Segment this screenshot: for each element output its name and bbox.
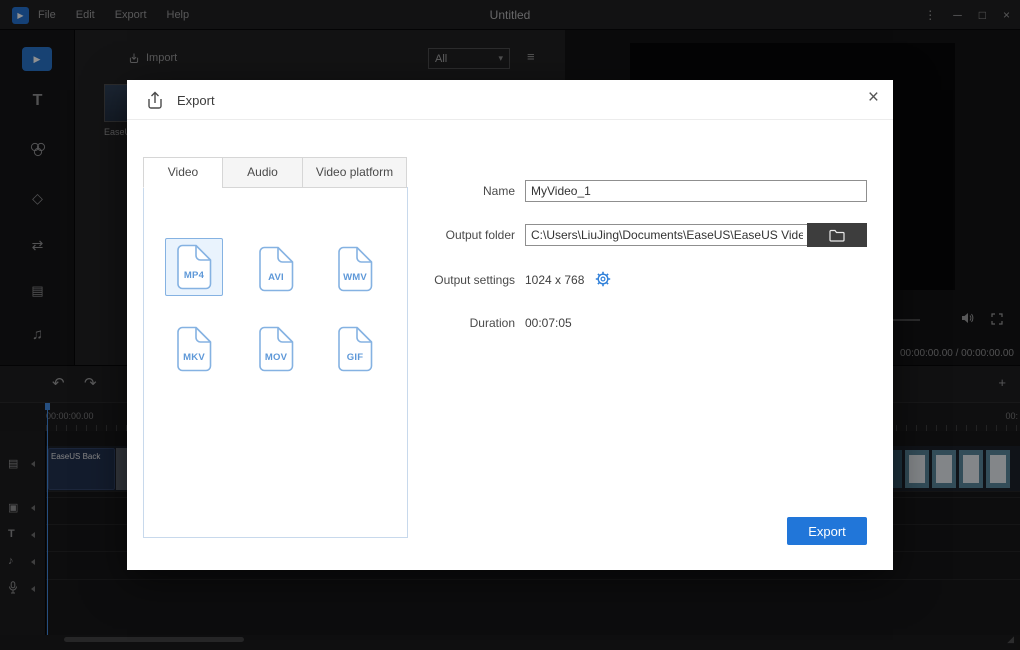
format-label: MP4 xyxy=(176,270,212,281)
dialog-header: Export × xyxy=(127,80,893,120)
format-option-mov[interactable]: MOV xyxy=(247,320,305,378)
tab-video[interactable]: Video xyxy=(143,157,223,188)
export-dialog: Export × Video Audio Video platform MP4 … xyxy=(127,80,893,570)
format-label: GIF xyxy=(337,352,373,363)
format-tabs: Video Audio Video platform xyxy=(143,157,407,188)
file-icon: MP4 xyxy=(176,244,212,290)
dialog-title: Export xyxy=(177,93,215,108)
app-window: ▶ File Edit Export Help Untitled ⋮ ─ □ ×… xyxy=(0,0,1020,650)
browse-folder-button[interactable] xyxy=(807,223,867,247)
format-option-mkv[interactable]: MKV xyxy=(165,320,223,378)
format-label: MOV xyxy=(258,352,294,363)
duration-label: Duration xyxy=(335,312,515,334)
folder-icon xyxy=(829,229,845,242)
file-icon: MOV xyxy=(258,326,294,372)
name-input[interactable] xyxy=(525,180,867,202)
close-icon[interactable]: × xyxy=(868,87,879,109)
settings-gear-icon[interactable] xyxy=(595,271,611,292)
tab-audio[interactable]: Audio xyxy=(222,157,303,188)
duration-value: 00:07:05 xyxy=(525,312,572,334)
output-folder-input[interactable] xyxy=(525,224,809,246)
format-option-mp4[interactable]: MP4 xyxy=(165,238,223,296)
output-folder-label: Output folder xyxy=(335,224,515,246)
export-button[interactable]: Export xyxy=(787,517,867,545)
export-icon xyxy=(145,91,165,115)
format-label: AVI xyxy=(258,272,294,283)
format-option-avi[interactable]: AVI xyxy=(247,240,305,298)
output-settings-value: 1024 x 768 xyxy=(525,269,584,291)
format-label: MKV xyxy=(176,352,212,363)
file-icon: AVI xyxy=(258,246,294,292)
file-icon: MKV xyxy=(176,326,212,372)
output-settings-label: Output settings xyxy=(335,269,515,291)
tab-video-platform[interactable]: Video platform xyxy=(302,157,407,188)
